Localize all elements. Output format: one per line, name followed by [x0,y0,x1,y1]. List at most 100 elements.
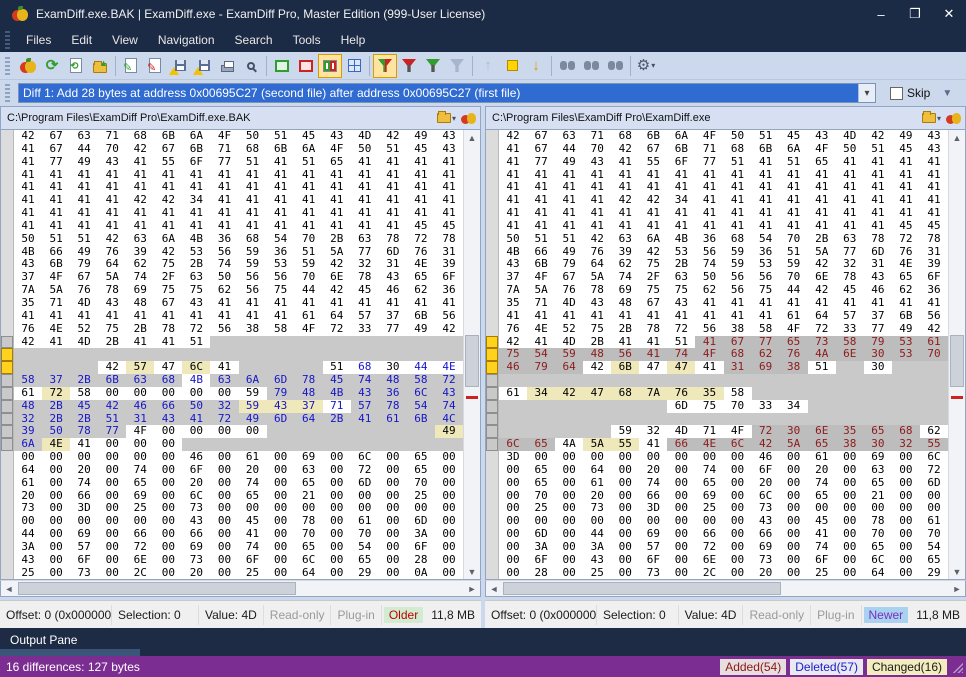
hex-byte[interactable]: 41 [351,220,379,233]
hex-byte[interactable]: 41 [182,207,210,220]
hex-byte[interactable]: 37 [379,310,407,323]
hex-byte[interactable]: 4D [351,130,379,143]
hex-byte[interactable]: 68 [239,233,267,246]
hex-byte[interactable]: 41 [351,413,379,426]
hex-byte[interactable]: 41 [611,207,639,220]
hex-byte[interactable] [555,413,583,426]
hex-byte[interactable]: 63 [611,233,639,246]
hex-byte[interactable]: 46 [752,451,780,464]
hex-byte[interactable]: 74 [239,541,267,554]
edit-first-icon[interactable]: ✎ [119,54,143,78]
hex-byte[interactable]: 41 [14,220,42,233]
hex-byte[interactable]: 6A [295,143,323,156]
hex-byte[interactable]: 51 [527,233,555,246]
hex-byte[interactable]: 00 [555,554,583,567]
prev-diff-icon[interactable]: ↑ [476,54,500,78]
hex-byte[interactable]: 63 [295,464,323,477]
hex-byte[interactable]: 31 [724,361,752,374]
hex-byte[interactable]: 41 [295,220,323,233]
hex-byte[interactable] [920,400,948,413]
hex-byte[interactable]: 41 [695,361,723,374]
hex-byte[interactable]: 78 [639,323,667,336]
hex-byte[interactable] [780,374,808,387]
hex-byte[interactable] [527,374,555,387]
hex-byte[interactable]: 00 [499,477,527,490]
hex-byte[interactable]: 00 [555,567,583,580]
hex-byte[interactable]: 41 [639,207,667,220]
maximize-button[interactable]: ❐ [898,0,932,28]
hex-byte[interactable]: 63 [210,374,238,387]
hex-byte[interactable]: 64 [14,464,42,477]
hex-byte[interactable]: 43 [920,130,948,143]
hex-byte[interactable]: 72 [182,323,210,336]
hex-byte[interactable]: 20 [639,464,667,477]
hex-byte[interactable]: 00 [154,387,182,400]
hex-byte[interactable]: 41 [379,207,407,220]
hex-byte[interactable]: 6B [98,374,126,387]
hex-byte[interactable]: 6B [611,361,639,374]
hex-byte[interactable]: 41 [667,220,695,233]
hex-byte[interactable]: 6B [639,130,667,143]
hex-byte[interactable]: 65 [323,156,351,169]
hex-byte[interactable]: 77 [42,156,70,169]
hex-byte[interactable] [864,400,892,413]
hex-byte[interactable]: 00 [836,477,864,490]
hex-byte[interactable]: 00 [323,451,351,464]
hex-byte[interactable]: 72 [808,323,836,336]
hex-byte[interactable]: 54 [407,400,435,413]
hex-byte[interactable]: 4B [182,233,210,246]
hex-byte[interactable]: 00 [435,464,463,477]
hex-byte[interactable]: 41 [639,220,667,233]
toolbar-overflow-icon[interactable]: ▼ [942,88,952,99]
hex-byte[interactable]: 41 [752,156,780,169]
hex-byte[interactable]: 3A [527,541,555,554]
hex-byte[interactable]: 41 [611,220,639,233]
hex-byte[interactable]: 2B [126,323,154,336]
hex-byte[interactable]: 41 [499,143,527,156]
hex-byte[interactable]: 6A [154,233,182,246]
hex-byte[interactable]: 36 [210,233,238,246]
hex-byte[interactable]: 74 [435,400,463,413]
hex-byte[interactable]: 51 [42,233,70,246]
hex-byte[interactable]: 48 [379,374,407,387]
hex-byte[interactable]: 41 [267,310,295,323]
scroll-right-icon[interactable]: ► [949,584,965,594]
hex-byte[interactable]: 00 [892,541,920,554]
hex-byte[interactable]: 41 [836,207,864,220]
hex-byte[interactable]: 65 [407,451,435,464]
hex-byte[interactable]: 00 [724,554,752,567]
hex-byte[interactable]: 76 [14,323,42,336]
hex-byte[interactable]: 00 [780,464,808,477]
hex-byte[interactable]: 00 [724,451,752,464]
hex-byte[interactable]: 41 [267,220,295,233]
hex-byte[interactable]: 45 [407,143,435,156]
hex-byte[interactable]: 41 [892,207,920,220]
hex-byte[interactable]: 65 [695,477,723,490]
hex-byte[interactable]: 41 [351,156,379,169]
hex-byte[interactable]: 67 [527,143,555,156]
hex-byte[interactable]: 41 [126,207,154,220]
hex-byte[interactable] [555,400,583,413]
hex-byte[interactable]: 6C [295,554,323,567]
hex-byte[interactable]: 45 [407,220,435,233]
hex-byte[interactable]: 69 [752,361,780,374]
hex-byte[interactable]: 41 [42,220,70,233]
hex-byte[interactable]: 6B [892,310,920,323]
hex-byte[interactable]: 67 [154,297,182,310]
hex-byte[interactable]: 00 [780,451,808,464]
hex-byte[interactable]: 3A [14,541,42,554]
hex-byte[interactable]: 72 [351,464,379,477]
hex-byte[interactable]: 00 [892,451,920,464]
hex-byte[interactable]: 65 [864,541,892,554]
toolbar-grip[interactable] [5,57,10,75]
hex-byte[interactable]: 00 [323,554,351,567]
hex-byte[interactable]: 55 [639,156,667,169]
hex-byte[interactable] [752,374,780,387]
hex-byte[interactable]: 64 [555,361,583,374]
hex-byte[interactable]: 51 [752,130,780,143]
hex-byte[interactable]: 28 [407,554,435,567]
hex-byte[interactable]: 2B [323,413,351,426]
hex-byte[interactable]: 70 [407,477,435,490]
hex-byte[interactable]: 4D [70,336,98,349]
hex-byte[interactable]: 00 [182,425,210,438]
